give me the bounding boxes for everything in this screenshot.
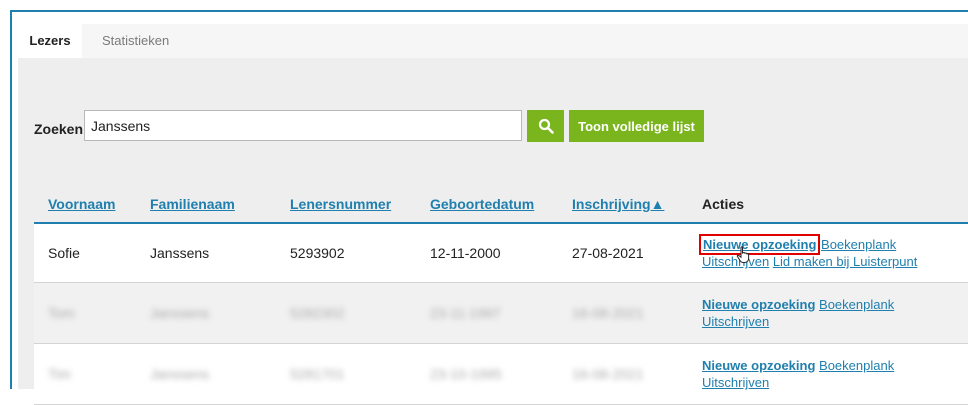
bookshelf-link[interactable]: Boekenplank bbox=[819, 297, 894, 312]
col-voornaam[interactable]: Voornaam bbox=[34, 186, 136, 224]
tab-lezers[interactable]: Lezers bbox=[18, 24, 82, 58]
search-input[interactable] bbox=[84, 110, 522, 141]
unsubscribe-link[interactable]: Uitschrijven bbox=[702, 375, 769, 390]
cell-reader-number: 5281701 bbox=[276, 343, 416, 405]
cell-registration-date: 16-08-2021 bbox=[558, 282, 688, 344]
search-button[interactable] bbox=[527, 110, 564, 142]
sort-geboortedatum-link[interactable]: Geboortedatum bbox=[430, 196, 534, 212]
sort-familienaam-link[interactable]: Familienaam bbox=[150, 196, 235, 212]
cell-birth-date: 23-11-1997 bbox=[416, 282, 558, 344]
col-inschrijving[interactable]: Inschrijving▲ bbox=[558, 186, 688, 224]
col-acties: Acties bbox=[688, 186, 968, 224]
tab-statistieken[interactable]: Statistieken bbox=[102, 24, 169, 58]
sort-voornaam-link[interactable]: Voornaam bbox=[48, 196, 115, 212]
cell-last-name: Janssens bbox=[136, 223, 276, 283]
cell-birth-date: 12-11-2000 bbox=[416, 223, 558, 283]
cell-first-name: Tim bbox=[34, 343, 136, 405]
hand-cursor-icon bbox=[736, 246, 750, 263]
sort-lenersnummer-link[interactable]: Lenersnummer bbox=[290, 196, 391, 212]
cell-birth-date: 23-10-1995 bbox=[416, 343, 558, 405]
bookshelf-link[interactable]: Boekenplank bbox=[819, 358, 894, 373]
new-search-link[interactable]: Nieuwe opzoeking bbox=[698, 234, 821, 255]
new-search-link[interactable]: Nieuwe opzoeking bbox=[702, 297, 815, 312]
col-lenersnummer[interactable]: Lenersnummer bbox=[276, 186, 416, 224]
cell-reader-number: 5293902 bbox=[276, 223, 416, 283]
cell-reader-number: 5282302 bbox=[276, 282, 416, 344]
luisterpunt-member-link[interactable]: Lid maken bij Luisterpunt bbox=[773, 254, 918, 269]
cell-registration-date: 27-08-2021 bbox=[558, 223, 688, 283]
tab-bar: Lezers Statistieken bbox=[18, 24, 968, 58]
cell-last-name: Janssens bbox=[136, 282, 276, 344]
col-familienaam[interactable]: Familienaam bbox=[136, 186, 276, 224]
unsubscribe-link[interactable]: Uitschrijven bbox=[702, 314, 769, 329]
table-row: Sofie Janssens 5293902 12-11-2000 27-08-… bbox=[34, 223, 968, 283]
frame-border-top bbox=[10, 10, 968, 12]
sort-inschrijving-link[interactable]: Inschrijving▲ bbox=[572, 196, 664, 212]
table-header-row: Voornaam Familienaam Lenersnummer Geboor… bbox=[34, 186, 968, 224]
show-full-list-button[interactable]: Toon volledige lijst bbox=[569, 110, 704, 142]
frame-border-left bbox=[10, 10, 12, 389]
readers-table: Voornaam Familienaam Lenersnummer Geboor… bbox=[34, 186, 968, 405]
new-search-link[interactable]: Nieuwe opzoeking bbox=[702, 358, 815, 373]
cell-actions: Nieuwe opzoeking Boekenplank Uitschrijve… bbox=[688, 223, 968, 283]
col-geboortedatum[interactable]: Geboortedatum bbox=[416, 186, 558, 224]
cell-last-name: Janssens bbox=[136, 343, 276, 405]
cell-first-name: Tom bbox=[34, 282, 136, 344]
cell-registration-date: 16-08-2021 bbox=[558, 343, 688, 405]
bookshelf-link[interactable]: Boekenplank bbox=[821, 237, 896, 252]
cell-actions: Nieuwe opzoeking Boekenplank Uitschrijve… bbox=[688, 282, 968, 344]
cell-first-name: Sofie bbox=[34, 223, 136, 283]
search-label: Zoeken bbox=[34, 121, 84, 137]
cell-actions: Nieuwe opzoeking Boekenplank Uitschrijve… bbox=[688, 343, 968, 405]
table-row: Tom Janssens 5282302 23-11-1997 16-08-20… bbox=[34, 282, 968, 344]
table-row: Tim Janssens 5281701 23-10-1995 16-08-20… bbox=[34, 343, 968, 405]
search-icon bbox=[538, 118, 554, 134]
